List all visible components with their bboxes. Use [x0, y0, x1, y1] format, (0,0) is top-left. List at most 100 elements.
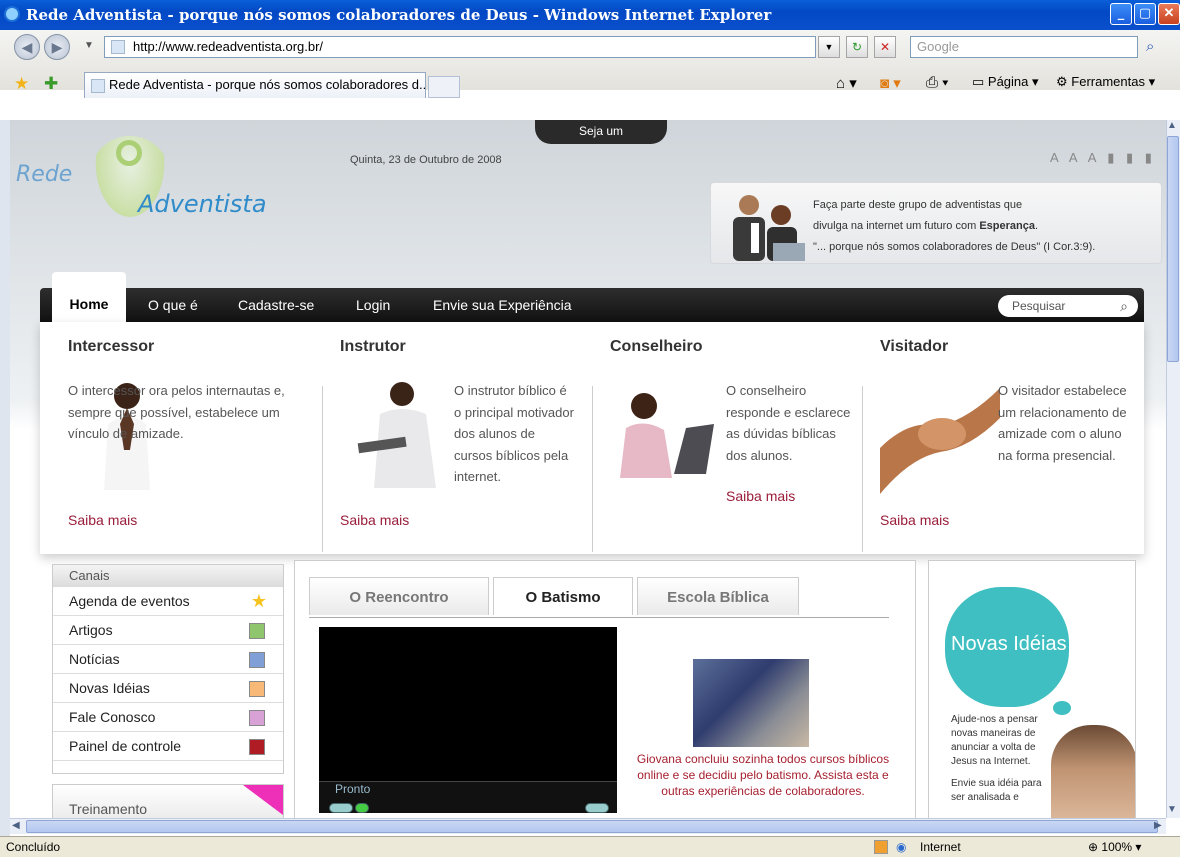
saiba-mais-link[interactable]: Saiba mais: [340, 512, 409, 528]
saiba-mais-link[interactable]: Saiba mais: [68, 512, 137, 528]
scroll-right-icon[interactable]: ▶: [1154, 820, 1162, 831]
forward-button[interactable]: [585, 803, 609, 813]
promo-line-2-post: .: [1034, 220, 1039, 232]
canais-item-label: Novas Idéias: [69, 680, 150, 696]
logo-text-rede[interactable]: Rede: [16, 162, 72, 187]
nav-search-placeholder: Pesquisar: [1012, 299, 1066, 313]
role-desc: O instrutor bíblico é o principal motiva…: [454, 383, 574, 484]
video-player[interactable]: Pronto: [319, 627, 617, 813]
search-icon[interactable]: ⌕: [1146, 38, 1154, 55]
page-menu[interactable]: ▭ Página ▾: [972, 74, 1039, 90]
logo-head: [116, 140, 142, 166]
zoom-control[interactable]: ⊕ 100% ▾: [1088, 837, 1141, 857]
tab-o-reencontro[interactable]: O Reencontro: [309, 577, 489, 615]
treinamento-box[interactable]: Treinamento: [52, 784, 284, 818]
minimize-button[interactable]: _: [1110, 3, 1132, 25]
tools-menu[interactable]: ⚙ Ferramentas ▾: [1056, 74, 1155, 90]
stop-icon[interactable]: ✕: [874, 36, 896, 58]
canais-item-agenda[interactable]: Agenda de eventos ★: [53, 587, 283, 616]
color-square-icon: [249, 652, 265, 668]
novas-ideias-text: Ajude-nos a pensar novas maneiras de anu…: [951, 713, 1051, 805]
home-icon[interactable]: ⌂ ▾: [836, 74, 857, 92]
canais-item-noticias[interactable]: Notícias: [53, 645, 283, 674]
nav-envie-experiencia[interactable]: Envie sua Experiência: [433, 288, 572, 322]
canais-box: Canais Agenda de eventos ★ Artigos Notíci…: [52, 564, 284, 774]
promo-box[interactable]: Faça parte deste grupo de adventistas qu…: [710, 182, 1162, 264]
rewind-button[interactable]: [329, 803, 353, 813]
logo-text-adventista[interactable]: Adventista: [138, 190, 267, 218]
refresh-icon[interactable]: ↻: [846, 36, 868, 58]
status-text: Concluído: [6, 840, 61, 854]
role-title: Instrutor: [340, 338, 406, 355]
canais-item-label: Notícias: [69, 651, 120, 667]
color-square-icon: [249, 739, 265, 755]
add-favorite-icon[interactable]: ✚: [44, 74, 58, 94]
canais-item-fale-conosco[interactable]: Fale Conosco: [53, 703, 283, 732]
tools-menu-label: Ferramentas: [1071, 74, 1145, 89]
font-size-controls[interactable]: A A A ▮ ▮ ▮: [1050, 150, 1156, 166]
promo-line-3: "... porque nós somos colaboradores de D…: [813, 241, 1096, 253]
role-title: Conselheiro: [610, 338, 703, 355]
new-tab-button[interactable]: [428, 76, 460, 98]
color-square-icon: [249, 681, 265, 697]
close-button[interactable]: ✕: [1158, 3, 1180, 25]
status-bar: Concluído ◉ Internet ⊕ 100% ▾: [0, 836, 1180, 857]
browser-window: Rede Adventista - porque nós somos colab…: [0, 0, 1180, 857]
nav-search-icon[interactable]: ⌕: [1120, 295, 1128, 317]
scroll-left-icon[interactable]: ◀: [12, 820, 20, 831]
zoom-value: 100%: [1101, 840, 1133, 854]
role-conselheiro: Conselheiro O conselheiro responde e esc…: [610, 338, 860, 504]
scroll-up-icon[interactable]: ▲: [1167, 120, 1177, 131]
tab-escola-biblica[interactable]: Escola Bíblica: [637, 577, 799, 615]
tab-o-batismo[interactable]: O Batismo: [493, 577, 633, 615]
baptism-photo[interactable]: [693, 659, 809, 747]
search-input[interactable]: Google: [910, 36, 1138, 58]
novas-ideias-box[interactable]: Novas Idéias Ajude-nos a pensar novas ma…: [928, 560, 1136, 818]
font-size-letters[interactable]: A A A: [1050, 150, 1100, 165]
canais-item-novas-ideias[interactable]: Novas Idéias: [53, 674, 283, 703]
color-square-icon: [249, 710, 265, 726]
rss-icon[interactable]: ◙ ▾: [880, 74, 901, 92]
play-button[interactable]: [355, 803, 369, 813]
star-icon: ★: [250, 591, 267, 611]
nav-home[interactable]: Home: [52, 272, 126, 322]
recent-pages-icon[interactable]: ▼: [84, 40, 94, 51]
treinamento-label: Treinamento: [69, 801, 148, 817]
handshake-image: [880, 388, 1000, 494]
seja-um-tab[interactable]: Seja um: [535, 120, 667, 144]
canais-item-painel[interactable]: Painel de controle: [53, 732, 283, 761]
nav-search-input[interactable]: Pesquisar ⌕: [998, 295, 1138, 317]
man-laptop-image: [357, 382, 436, 488]
address-bar[interactable]: http://www.redeadventista.org.br/: [104, 36, 816, 58]
horizontal-scroll-thumb[interactable]: [26, 820, 1158, 833]
nav-login[interactable]: Login: [356, 288, 390, 322]
print-icon[interactable]: ⎙ ▾: [926, 74, 948, 91]
nav-o-que-e[interactable]: O que é: [148, 288, 198, 322]
canais-header: Canais: [53, 565, 283, 587]
web-page: Seja um Rede Adventista Quinta, 23 de Ou…: [10, 120, 1166, 818]
role-instrutor: Instrutor O instrutor bíblico é o princi…: [340, 338, 590, 528]
title-bar: Rede Adventista - porque nós somos colab…: [0, 0, 1180, 30]
saiba-mais-link[interactable]: Saiba mais: [880, 512, 949, 528]
favorites-star-icon[interactable]: ★: [14, 74, 29, 94]
canais-item-label: Agenda de eventos: [69, 593, 190, 609]
saiba-mais-link[interactable]: Saiba mais: [726, 488, 795, 504]
role-title: Intercessor: [68, 338, 155, 355]
tab-underline: [309, 617, 889, 618]
current-date: Quinta, 23 de Outubro de 2008: [350, 154, 502, 166]
promo-line-2: divulga na internet um futuro com Espera…: [813, 216, 1095, 237]
maximize-button[interactable]: ▢: [1134, 3, 1156, 25]
forward-button[interactable]: ▶: [44, 34, 70, 60]
scroll-down-icon[interactable]: ▼: [1167, 804, 1177, 815]
role-desc: O visitador estabelece um relacionamento…: [998, 383, 1127, 463]
novas-ideias-text-1: Ajude-nos a pensar novas maneiras de anu…: [951, 714, 1038, 767]
window-title: Rede Adventista - porque nós somos colab…: [26, 6, 772, 24]
back-button[interactable]: ◀: [14, 34, 40, 60]
address-dropdown-icon[interactable]: ▼: [818, 36, 840, 58]
nav-cadastre-se[interactable]: Cadastre-se: [238, 288, 314, 322]
canais-item-artigos[interactable]: Artigos: [53, 616, 283, 645]
ribbon-icon: [243, 785, 283, 815]
vertical-scroll-thumb[interactable]: [1167, 136, 1179, 362]
globe-icon: ◉: [896, 840, 907, 854]
browser-tab[interactable]: Rede Adventista - porque nós somos colab…: [84, 72, 426, 98]
